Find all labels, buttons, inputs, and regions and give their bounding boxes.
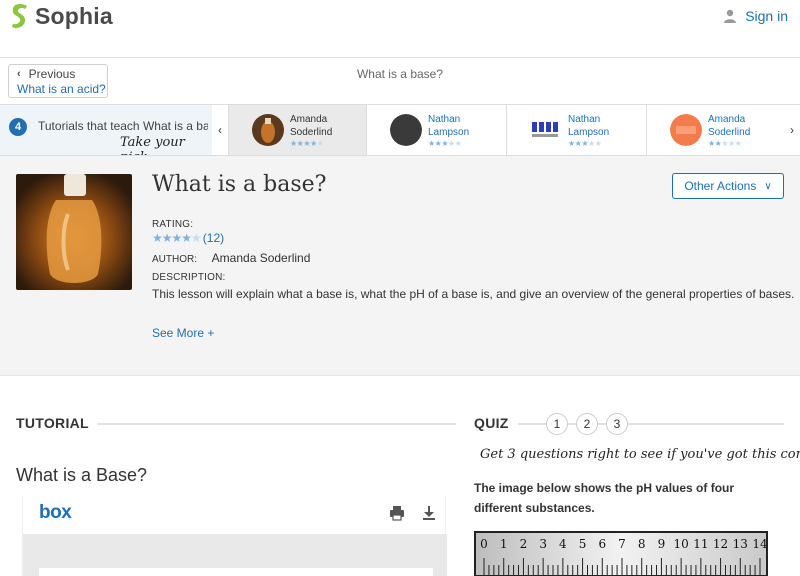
quiz-step-1[interactable]: 1 (546, 413, 568, 435)
author-row: AUTHOR: Amanda Soderlind (152, 251, 310, 265)
ph-value-label: 7 (618, 537, 626, 551)
take-your-pick-label: Take your pick: (120, 135, 185, 155)
chevron-right-icon[interactable]: › (784, 105, 800, 155)
tutorial-author-last: Soderlind (290, 126, 333, 138)
ph-value-label: 10 (674, 537, 689, 551)
tutorials-strip: 4 Tutorials that teach What is a base? T… (0, 104, 800, 156)
tutorial-card[interactable]: Amanda Soderlind ★★★★★ (646, 105, 784, 155)
lesson-detail: What is a base? Other Actions ∨ RATING: … (0, 156, 800, 376)
ph-value-label: 1 (500, 537, 508, 551)
lesson-description: This lesson will explain what a base is,… (152, 287, 795, 301)
user-icon (724, 9, 737, 23)
rating-label: RATING: (152, 219, 194, 230)
section-divider (98, 423, 456, 425)
ph-value-label: 0 (480, 537, 488, 551)
quiz-step-2[interactable]: 2 (576, 413, 598, 435)
description-label: DESCRIPTION: (152, 272, 226, 283)
ph-value-label: 11 (693, 537, 708, 551)
document-viewer: box (22, 496, 447, 576)
ph-value-label: 2 (520, 537, 528, 551)
ph-value-label: 9 (658, 537, 666, 551)
ph-value-label: 12 (713, 537, 728, 551)
document-canvas[interactable] (23, 534, 447, 576)
sophia-logo-icon (12, 4, 27, 29)
brand-name: Sophia (35, 2, 113, 29)
tutorial-author-first: Nathan (428, 113, 461, 125)
ph-value-label: 5 (579, 537, 587, 551)
quiz-hint: Get 3 questions right to see if you've g… (480, 447, 800, 462)
tutorial-count-badge: 4 (9, 118, 27, 136)
sign-in-link[interactable]: Sign in (723, 8, 788, 24)
ph-value-label: 8 (638, 537, 646, 551)
author-avatar (670, 114, 702, 146)
ph-value-label: 3 (539, 537, 547, 551)
star-rating: ★★★★★ (708, 138, 742, 148)
tutorials-intro-text: Tutorials that teach What is a base? (38, 119, 208, 133)
box-logo: box (39, 502, 72, 523)
other-actions-button[interactable]: Other Actions ∨ (672, 173, 784, 199)
ph-value-label: 4 (559, 537, 567, 551)
lesson-thumbnail (16, 174, 132, 290)
ph-value-label: 6 (598, 537, 606, 551)
other-actions-label: Other Actions (684, 179, 757, 193)
quiz-question: The image below shows the pH values of f… (474, 481, 735, 515)
lesson-title: What is a base? (152, 172, 327, 197)
tutorials-intro: 4 Tutorials that teach What is a base? T… (0, 105, 212, 155)
page-heading: What is a base? (356, 67, 444, 81)
tutorial-section-heading: TUTORIAL (16, 415, 89, 431)
ph-value-label: 13 (733, 537, 748, 551)
author-avatar (390, 114, 422, 146)
author-avatar (252, 114, 284, 146)
author-avatar (530, 114, 562, 146)
tutorial-author-last: Soderlind (708, 126, 751, 138)
chevron-left-icon[interactable]: ‹ (212, 105, 228, 155)
author-label: AUTHOR: (152, 254, 197, 265)
star-rating: ★★★★★ (152, 231, 202, 245)
download-icon[interactable] (421, 505, 437, 526)
tutorial-title: What is a Base? (16, 465, 148, 485)
previous-lesson-link[interactable]: What is an acid? (17, 82, 107, 96)
quiz-step-3[interactable]: 3 (606, 413, 628, 435)
star-rating: ★★★★★ (290, 138, 324, 148)
tutorial-card[interactable]: Nathan Lampson ★★★★★ (366, 105, 506, 155)
tutorial-author-last: Lampson (428, 126, 470, 138)
tutorial-card[interactable]: Nathan Lampson ★★★★★ (506, 105, 646, 155)
sign-in-label: Sign in (745, 8, 788, 24)
rating-row: ★★★★★ (12) (152, 231, 224, 245)
tutorial-author-first: Nathan (568, 113, 601, 125)
ph-scale-image: 0 1 2 3 4 5 6 7 8 9 10 11 12 13 14 (474, 531, 768, 576)
site-header: Sophia Sign in (0, 0, 800, 58)
star-rating: ★★★★★ (568, 138, 602, 148)
tutorial-author-first: Amanda (290, 113, 328, 125)
chevron-down-icon: ∨ (764, 180, 772, 192)
tutorial-author-first: Amanda (708, 113, 746, 125)
quiz-section-heading: QUIZ (474, 415, 509, 431)
author-name: Amanda Soderlind (211, 251, 311, 265)
tutorial-author-last: Lampson (568, 126, 610, 138)
tutorial-card[interactable]: Amanda Soderlind ★★★★★ (228, 105, 366, 155)
see-more-link[interactable]: See More + (152, 326, 214, 340)
star-rating: ★★★★★ (428, 138, 462, 148)
sophia-logo[interactable]: Sophia (10, 3, 113, 29)
lesson-nav: ‹ Previous What is an acid? What is a ba… (0, 58, 800, 104)
rating-count[interactable]: (12) (203, 231, 224, 245)
document-page (39, 568, 433, 576)
print-icon[interactable] (389, 505, 405, 526)
ph-value-label: 14 (752, 537, 768, 551)
